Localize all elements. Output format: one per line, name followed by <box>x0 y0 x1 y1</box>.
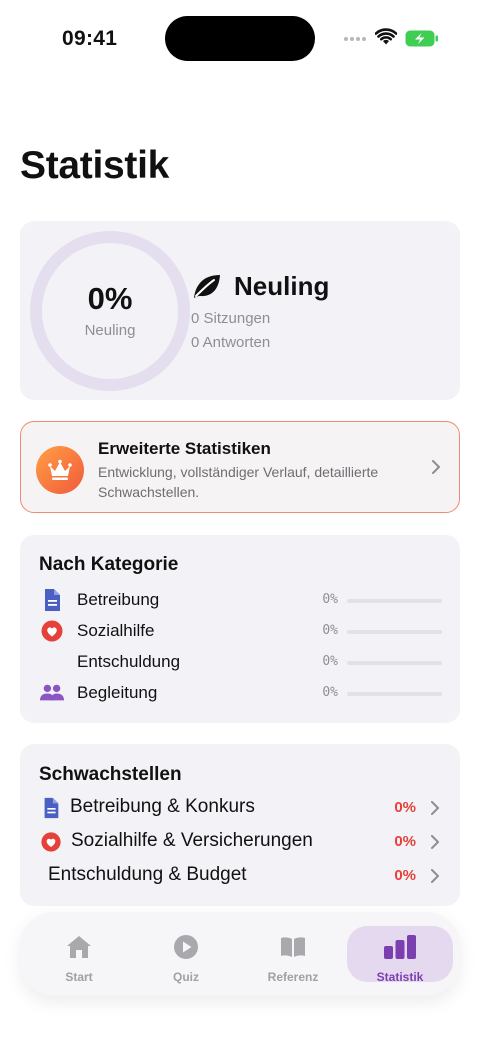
weak-point-percent: 0% <box>394 833 416 850</box>
tab-bar: Start Quiz Referenz Statistik <box>20 912 460 996</box>
advanced-statistics-card[interactable]: Erweiterte Statistiken Entwicklung, voll… <box>20 421 460 513</box>
weak-point-label: Sozialhilfe & Versicherungen <box>71 830 313 851</box>
tab-label: Quiz <box>173 970 199 984</box>
home-icon <box>67 936 91 958</box>
category-row-betreibung: Betreibung 0% <box>20 586 460 614</box>
progress-ring-label: Neuling <box>84 322 136 339</box>
category-row-entschuldung: Entschuldung 0% <box>20 648 460 676</box>
category-percent: 0% <box>322 685 338 700</box>
heart-icon <box>41 620 63 642</box>
category-card: Nach Kategorie Betreibung 0% Sozialhilfe… <box>20 535 460 723</box>
advanced-statistics-description: Entwicklung, vollständiger Verlauf, deta… <box>98 464 379 500</box>
weak-point-label: Betreibung & Konkurs <box>70 796 255 817</box>
people-icon <box>40 684 64 701</box>
chevron-right-icon <box>431 835 439 849</box>
weak-points-card: Schwachstellen Betreibung & Konkurs 0% S… <box>20 744 460 906</box>
category-label: Entschuldung <box>77 652 181 671</box>
play-icon <box>174 935 198 959</box>
category-percent: 0% <box>322 592 338 607</box>
cellular-signal-icon <box>344 37 366 41</box>
category-progress-bar <box>347 630 442 634</box>
dynamic-island <box>165 16 315 61</box>
tab-label: Referenz <box>267 970 319 984</box>
chevron-right-icon <box>431 869 439 883</box>
heart-icon <box>41 832 61 852</box>
tab-label: Statistik <box>376 970 424 984</box>
tab-referenz[interactable]: Referenz <box>240 926 346 984</box>
category-label: Betreibung <box>77 590 160 609</box>
category-section-title: Nach Kategorie <box>39 554 179 575</box>
battery-charging-icon <box>405 30 438 47</box>
document-icon <box>44 797 59 819</box>
weak-point-percent: 0% <box>394 799 416 816</box>
category-label: Sozialhilfe <box>77 621 155 640</box>
page-title: Statistik <box>20 144 170 187</box>
status-bar: 09:41 <box>0 0 480 80</box>
category-label: Begleitung <box>77 683 158 702</box>
tab-quiz[interactable]: Quiz <box>133 926 239 984</box>
chevron-right-icon <box>431 801 439 815</box>
category-row-sozialhilfe: Sozialhilfe 0% <box>20 617 460 645</box>
tab-label: Start <box>65 970 93 984</box>
weak-point-percent: 0% <box>394 867 416 884</box>
weak-point-row[interactable]: Betreibung & Konkurs 0% <box>20 793 460 823</box>
progress-ring-value: 0% <box>87 281 133 316</box>
chevron-right-icon <box>432 460 440 474</box>
status-time: 09:41 <box>62 27 118 50</box>
bar-chart-icon <box>384 935 416 959</box>
tab-start[interactable]: Start <box>26 926 132 984</box>
sessions-count: 0 Sitzungen <box>191 310 271 327</box>
level-name: Neuling <box>234 271 330 301</box>
category-progress-bar <box>347 692 442 696</box>
category-percent: 0% <box>322 654 338 669</box>
answers-count: 0 Antworten <box>191 334 271 351</box>
leaf-icon <box>194 275 220 298</box>
advanced-statistics-title: Erweiterte Statistiken <box>98 439 271 458</box>
weak-point-row[interactable]: Sozialhilfe & Versicherungen 0% <box>20 827 460 857</box>
category-percent: 0% <box>322 623 338 638</box>
book-icon <box>281 937 305 957</box>
category-progress-bar <box>347 661 442 665</box>
weak-point-label: Entschuldung & Budget <box>48 864 247 885</box>
tab-statistik[interactable]: Statistik <box>347 926 453 984</box>
weak-points-section-title: Schwachstellen <box>39 764 182 785</box>
document-icon <box>45 589 60 611</box>
category-row-begleitung: Begleitung 0% <box>20 679 460 707</box>
wifi-icon <box>375 28 397 45</box>
crown-badge <box>36 446 84 494</box>
weak-point-row[interactable]: Entschuldung & Budget 0% <box>20 861 460 891</box>
category-progress-bar <box>347 599 442 603</box>
crown-icon <box>48 459 72 480</box>
level-card: 0% Neuling Neuling 0 Sitzungen 0 Antwort… <box>20 221 460 400</box>
